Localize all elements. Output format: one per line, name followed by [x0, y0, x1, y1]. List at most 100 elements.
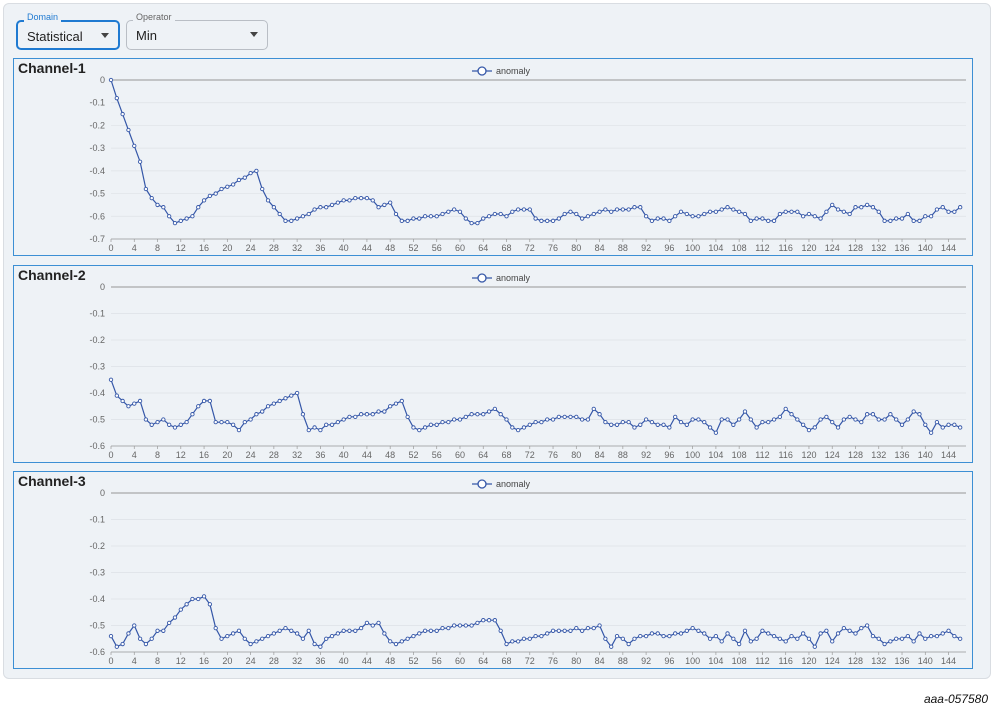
x-tick-label: 72 — [525, 656, 535, 666]
x-tick-label: 56 — [432, 450, 442, 460]
x-tick-label: 8 — [155, 656, 160, 666]
x-tick-label: 88 — [618, 656, 628, 666]
x-tick-label: 16 — [199, 656, 209, 666]
x-tick-label: 144 — [941, 450, 956, 460]
x-tick-label: 68 — [502, 450, 512, 460]
data-point — [475, 220, 480, 226]
x-tick-label: 52 — [408, 243, 418, 253]
legend-label: anomaly — [496, 273, 531, 283]
data-point — [579, 417, 585, 422]
data-point — [795, 209, 800, 214]
data-point — [190, 412, 195, 417]
operator-select[interactable]: Operator Min — [126, 12, 268, 50]
data-point — [393, 401, 399, 406]
data-point — [376, 409, 381, 414]
data-point — [568, 209, 573, 214]
data-point — [475, 412, 480, 417]
data-point — [446, 209, 451, 214]
x-tick-label: 92 — [641, 656, 651, 666]
x-tick-label: 28 — [269, 656, 279, 666]
data-point — [696, 214, 701, 219]
data-point — [713, 633, 719, 639]
data-point — [533, 216, 538, 221]
data-point — [335, 200, 340, 205]
data-point — [126, 404, 131, 409]
data-point — [742, 409, 748, 414]
data-point — [521, 636, 527, 641]
x-tick-label: 116 — [779, 243, 793, 253]
data-point — [312, 425, 317, 430]
data-point — [440, 211, 445, 217]
data-point — [579, 628, 585, 633]
x-tick-label: 80 — [571, 450, 581, 460]
data-point — [690, 417, 695, 422]
data-point — [300, 412, 306, 417]
data-point — [446, 625, 451, 631]
x-tick-label: 4 — [132, 243, 137, 253]
data-point — [364, 412, 370, 417]
data-point — [725, 631, 730, 636]
data-point — [207, 602, 213, 607]
data-point — [888, 639, 893, 644]
data-point — [283, 396, 288, 401]
x-tick-label: 128 — [848, 243, 863, 253]
data-point — [271, 401, 277, 406]
data-point — [690, 625, 695, 631]
data-point — [713, 430, 719, 435]
data-point — [370, 198, 375, 203]
data-point — [748, 218, 753, 223]
x-tick-label: 84 — [595, 450, 605, 460]
data-point — [940, 205, 945, 210]
x-tick-label: 124 — [825, 450, 840, 460]
figure-id: aaa-057580 — [923, 692, 988, 706]
data-point — [277, 211, 282, 217]
data-point — [649, 419, 655, 425]
y-tick-label: -0.6 — [89, 647, 105, 657]
data-point — [853, 631, 858, 636]
data-point — [707, 636, 713, 641]
data-point — [702, 419, 707, 425]
x-tick-label: 76 — [548, 243, 558, 253]
data-point — [614, 633, 620, 639]
data-point — [265, 404, 271, 409]
data-point — [126, 127, 131, 133]
channel-2-panel: Channel-2 0 -0.1 -0.2 -0.3 -0.4 -0.5 -0.6 0 4 8 12… — [13, 265, 973, 463]
x-tick-label: 68 — [502, 656, 512, 666]
chevron-down-icon — [250, 32, 258, 37]
data-point — [120, 641, 125, 647]
data-point — [236, 427, 242, 433]
data-point — [952, 422, 957, 427]
x-tick-label: 96 — [664, 656, 674, 666]
x-tick-label: 100 — [685, 450, 700, 460]
data-point — [498, 412, 503, 417]
data-point — [428, 422, 434, 427]
data-point — [934, 633, 940, 639]
data-point — [958, 205, 963, 210]
data-point — [190, 214, 195, 219]
data-point — [649, 631, 655, 636]
data-point — [137, 636, 143, 641]
channel-2-chart: 0-0.1-0.2-0.3-0.4-0.5-0.60 4 8 12 16 20 24 28 32… — [89, 273, 966, 460]
data-point — [702, 211, 707, 217]
y-tick-label: -0.5 — [89, 189, 105, 199]
data-point — [388, 404, 393, 409]
data-point — [481, 412, 486, 417]
data-point — [405, 414, 410, 420]
data-point — [585, 417, 591, 422]
data-point — [719, 639, 724, 644]
data-point — [457, 209, 463, 214]
x-tick-label: 92 — [641, 450, 651, 460]
data-point — [841, 417, 847, 422]
data-point — [515, 427, 521, 433]
data-point — [917, 631, 922, 636]
domain-select[interactable]: Domain Statistical — [16, 12, 120, 50]
data-point — [306, 211, 311, 217]
data-point — [114, 96, 119, 101]
data-point — [388, 639, 393, 644]
data-point — [719, 207, 724, 212]
data-point — [835, 631, 841, 636]
data-point — [864, 623, 870, 628]
data-point — [574, 625, 579, 631]
data-point — [248, 641, 253, 647]
data-point — [248, 417, 253, 422]
